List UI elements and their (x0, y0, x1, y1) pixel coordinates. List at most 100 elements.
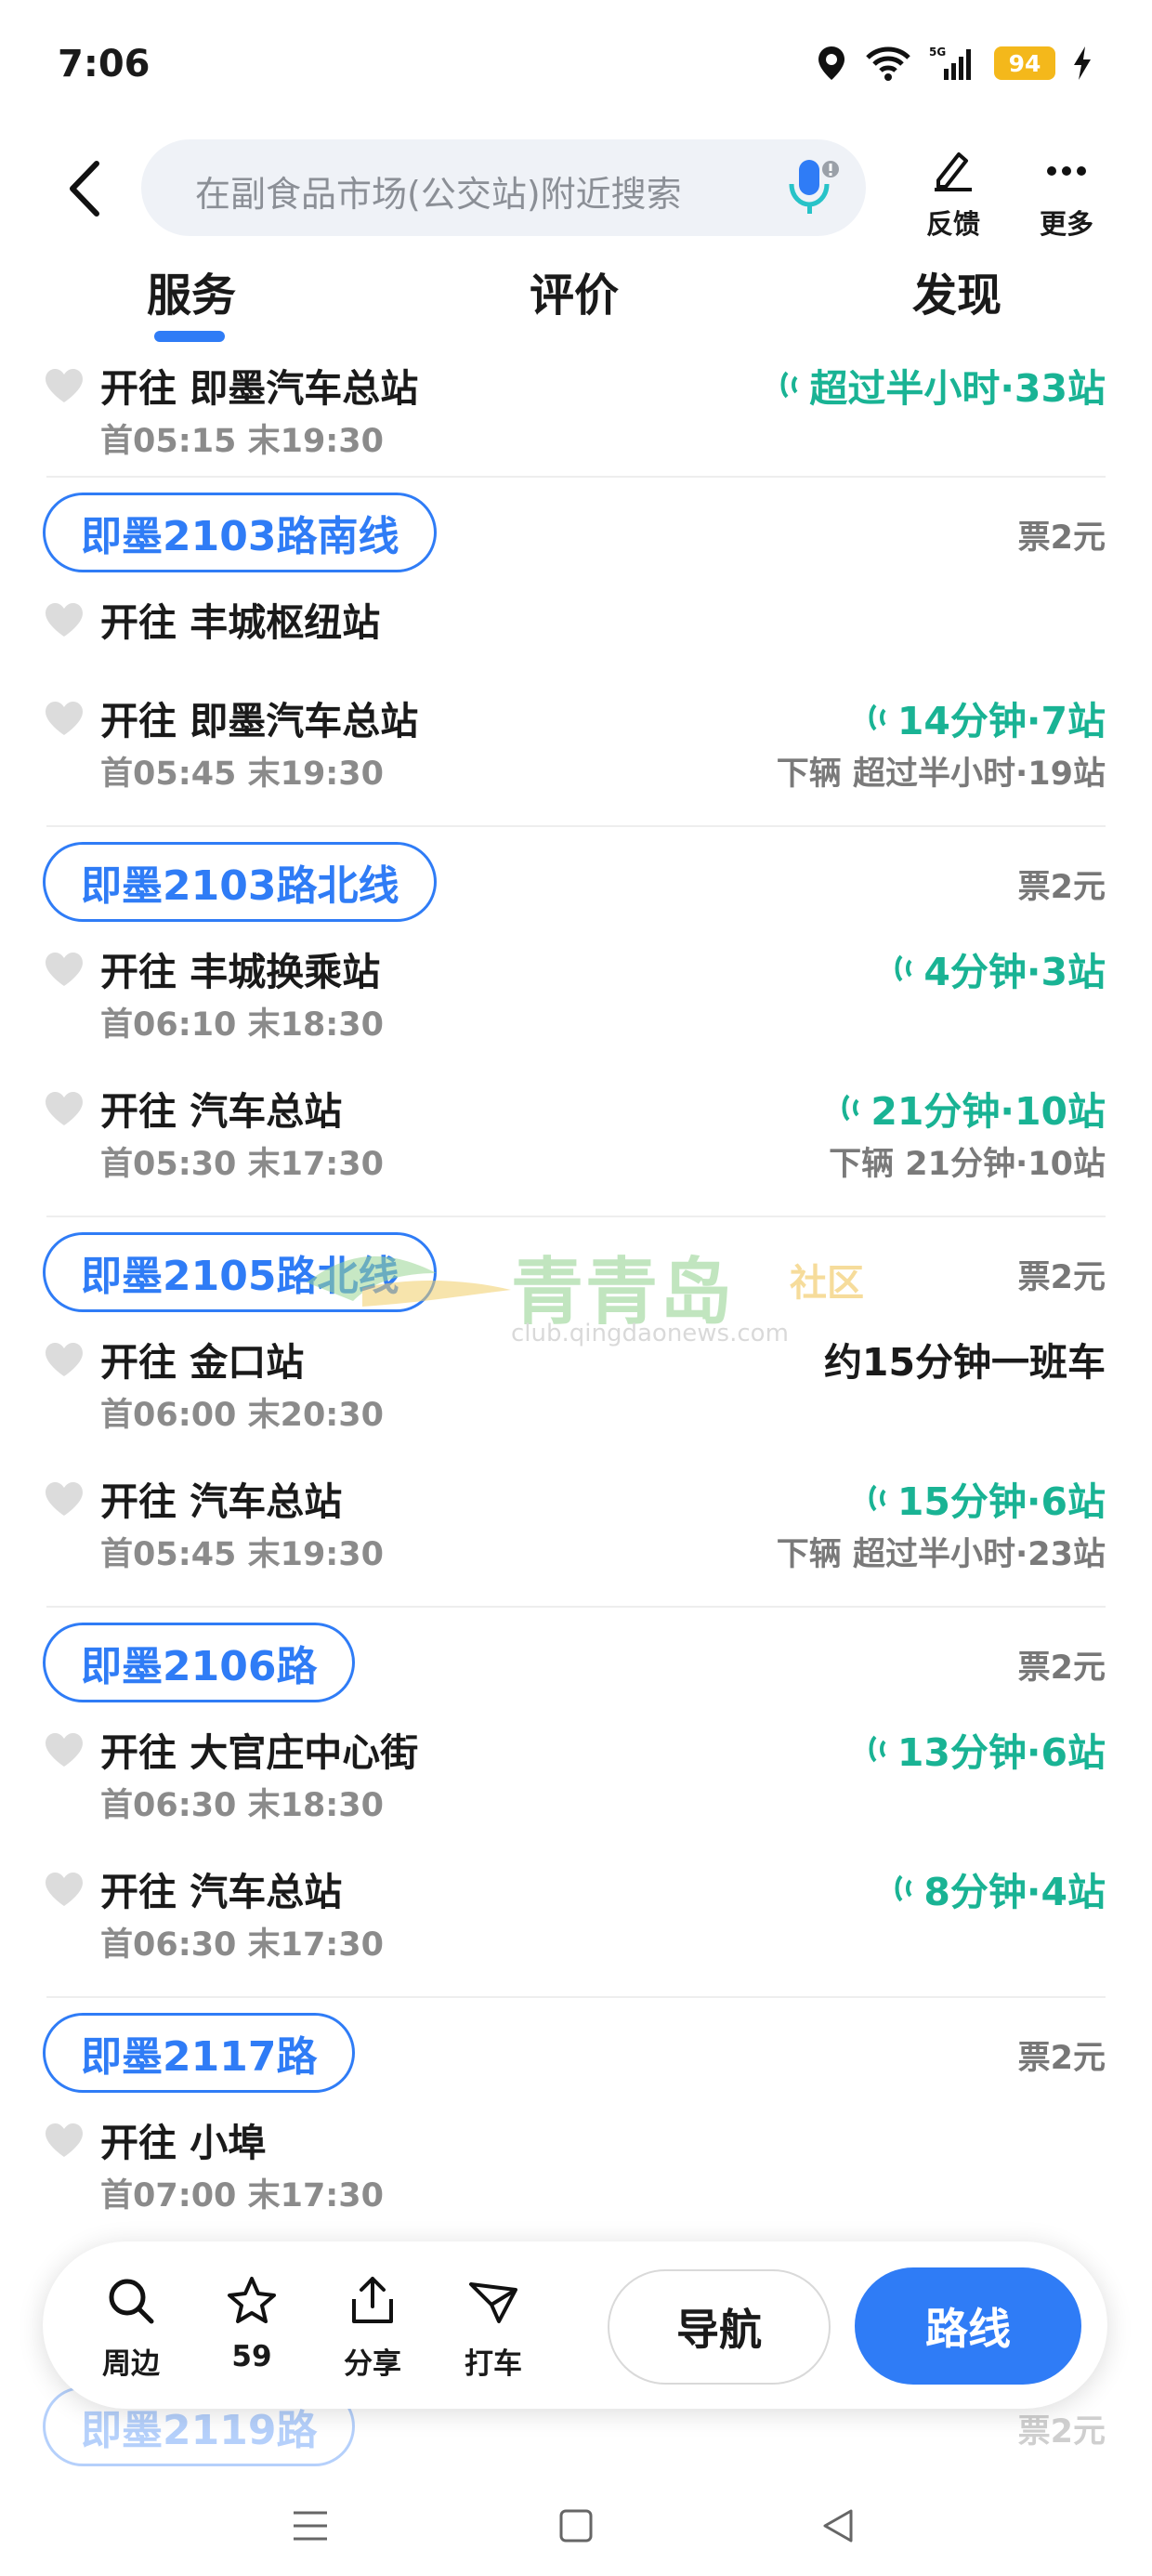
taxi-button[interactable]: 打车 (442, 2275, 544, 2382)
favorite-button[interactable]: 59 (201, 2275, 303, 2373)
direction-row[interactable]: 开往 汽车总站 首05:30 末17:30 21分钟·10站 下辆 21分钟·1… (0, 1076, 1152, 1216)
fare-label: 票2元 (1017, 869, 1106, 906)
route-name-tag[interactable]: 即墨2103路北线 (43, 842, 438, 922)
route-name-tag[interactable]: 即墨2117路 (43, 2013, 356, 2093)
fare-label: 票2元 (1017, 2040, 1106, 2077)
fare-label: 票2元 (1017, 2413, 1106, 2451)
heart-icon[interactable] (43, 2122, 85, 2159)
realtime-text: 21分钟·10站 (871, 1089, 1106, 1134)
realtime-text: 15分钟·6站 (897, 1479, 1106, 1524)
tab-reviews[interactable]: 评价 (472, 258, 676, 323)
direction-title: 开往 汽车总站 (100, 1479, 343, 1524)
active-tab-indicator (154, 331, 225, 342)
route-name-tag[interactable]: 即墨2106路 (43, 1623, 356, 1702)
heart-icon[interactable] (43, 1731, 85, 1768)
route-header: 即墨2103路南线 票2元 (0, 478, 1152, 587)
tab-service[interactable]: 服务 (89, 258, 294, 323)
direction-title: 开往 小埠 (100, 2121, 267, 2165)
heart-icon[interactable] (43, 1341, 85, 1378)
nearby-label: 周边 (102, 2347, 160, 2381)
system-nav-bar (0, 2481, 1152, 2576)
back-button[interactable] (59, 156, 115, 221)
route-name-tag[interactable]: 即墨2105路北线 (43, 1232, 438, 1312)
realtime-arrival: 14分钟·7站 (864, 690, 1106, 745)
realtime-text: 8分钟·4站 (923, 1870, 1106, 1914)
route-name-tag[interactable]: 即墨2103路南线 (43, 493, 438, 572)
route-header: 即墨2103路北线 票2元 (0, 827, 1152, 937)
direction-row[interactable]: 开往 汽车总站 首05:45 末19:30 15分钟·6站 下辆 超过半小时·2… (0, 1466, 1152, 1606)
heart-icon[interactable] (43, 1871, 85, 1908)
menu-icon[interactable] (290, 2505, 331, 2546)
wifi-icon (864, 45, 912, 82)
status-bar: 7:06 5G 94 (0, 0, 1152, 130)
first-last-time: 首06:00 末20:30 (100, 1397, 385, 1434)
direction-row[interactable]: 开往 汽车总站 首06:30 末17:30 8分钟·4站 (0, 1857, 1152, 1996)
realtime-text: 超过半小时·33站 (809, 366, 1106, 411)
first-last-time: 首05:30 末17:30 (100, 1146, 385, 1183)
realtime-arrival: 4分钟·3站 (890, 940, 1106, 996)
direction-row[interactable]: 开往 即墨汽车总站 首05:15 末19:30 超过半小时·33站 (0, 353, 1152, 476)
fare-label: 票2元 (1017, 1649, 1106, 1687)
direction-title: 开往 汽车总站 (100, 1089, 343, 1134)
heart-icon[interactable] (43, 367, 85, 404)
more-label: 更多 (1039, 208, 1093, 240)
fare-label: 票2元 (1017, 1259, 1106, 1296)
search-input[interactable]: 在副食品市场(公交站)附近搜索 (141, 139, 866, 236)
tab-bar: 服务 评价 发现 (0, 258, 1152, 342)
heart-icon[interactable] (43, 601, 85, 638)
nearby-button[interactable]: 周边 (80, 2275, 182, 2382)
tab-discover[interactable]: 发现 (855, 258, 1059, 323)
more-dots-icon (1047, 166, 1086, 176)
direction-title: 开往 汽车总站 (100, 1870, 343, 1914)
home-icon[interactable] (556, 2505, 596, 2546)
share-button[interactable]: 分享 (321, 2275, 424, 2382)
first-last-time: 首05:45 末19:30 (100, 1536, 385, 1573)
direction-title: 开往 丰城换乘站 (100, 950, 381, 994)
direction-row[interactable]: 开往 即墨汽车总站 首05:45 末19:30 14分钟·7站 下辆 超过半小时… (0, 686, 1152, 825)
back-nav-icon[interactable] (818, 2505, 858, 2546)
first-last-time: 首05:45 末19:30 (100, 756, 385, 793)
first-last-time: 首06:30 末17:30 (100, 1926, 385, 1964)
heart-icon[interactable] (43, 700, 85, 737)
heart-icon[interactable] (43, 1090, 85, 1127)
realtime-signal-icon (895, 1874, 912, 1902)
frequency-text: 约15分钟一班车 (823, 1340, 1106, 1385)
fare-label: 票2元 (1017, 519, 1106, 557)
route-header: 即墨2106路 票2元 (0, 1608, 1152, 1717)
next-bus-text: 下辆 超过半小时·23站 (776, 1536, 1106, 1573)
direction-title: 开往 丰城枢纽站 (100, 600, 381, 645)
realtime-arrival: 15分钟·6站 (864, 1470, 1106, 1526)
realtime-signal-icon (869, 1484, 886, 1512)
star-icon (228, 2277, 276, 2323)
heart-icon[interactable] (43, 1480, 85, 1518)
direction-row[interactable]: 开往 大官庄中心街 首06:30 末18:30 13分钟·6站 (0, 1717, 1152, 1857)
search-header: 在副食品市场(公交站)附近搜索 反馈 更多 (0, 139, 1152, 242)
network-label: 5G (929, 46, 946, 59)
search-icon (109, 2279, 154, 2324)
route-header: 即墨2105路北线 票2元 (0, 1217, 1152, 1327)
feedback-label: 反馈 (925, 208, 980, 240)
first-last-time: 首06:10 末18:30 (100, 1006, 385, 1044)
more-button[interactable]: 更多 (1020, 149, 1113, 240)
feedback-button[interactable]: 反馈 (907, 149, 1000, 240)
direction-title: 开往 即墨汽车总站 (100, 366, 419, 411)
bus-route-list: 开往 即墨汽车总站 首05:15 末19:30 超过半小时·33站 即墨2103… (0, 353, 1152, 2500)
heart-icon[interactable] (43, 951, 85, 988)
first-last-time: 首05:15 末19:30 (100, 423, 385, 460)
realtime-signal-icon (842, 1094, 859, 1122)
realtime-arrival: 8分钟·4站 (890, 1860, 1106, 1916)
voice-search-button[interactable] (784, 156, 844, 219)
realtime-signal-icon (869, 703, 886, 731)
realtime-signal-icon (895, 954, 912, 982)
direction-row[interactable]: 开往 丰城枢纽站 (0, 587, 1152, 686)
navigate-button[interactable]: 导航 (608, 2269, 831, 2385)
route-button[interactable]: 路线 (855, 2267, 1081, 2385)
direction-row[interactable]: 开往 小埠 首07:00 末17:30 (0, 2108, 1152, 2247)
status-time: 7:06 (58, 43, 151, 85)
taxi-label: 打车 (465, 2347, 522, 2381)
realtime-signal-icon (869, 1735, 886, 1763)
share-label: 分享 (344, 2347, 401, 2381)
direction-row[interactable]: 开往 金口站 首06:00 末20:30 约15分钟一班车 (0, 1327, 1152, 1466)
direction-row[interactable]: 开往 丰城换乘站 首06:10 末18:30 4分钟·3站 (0, 937, 1152, 1076)
edit-icon (935, 152, 972, 191)
